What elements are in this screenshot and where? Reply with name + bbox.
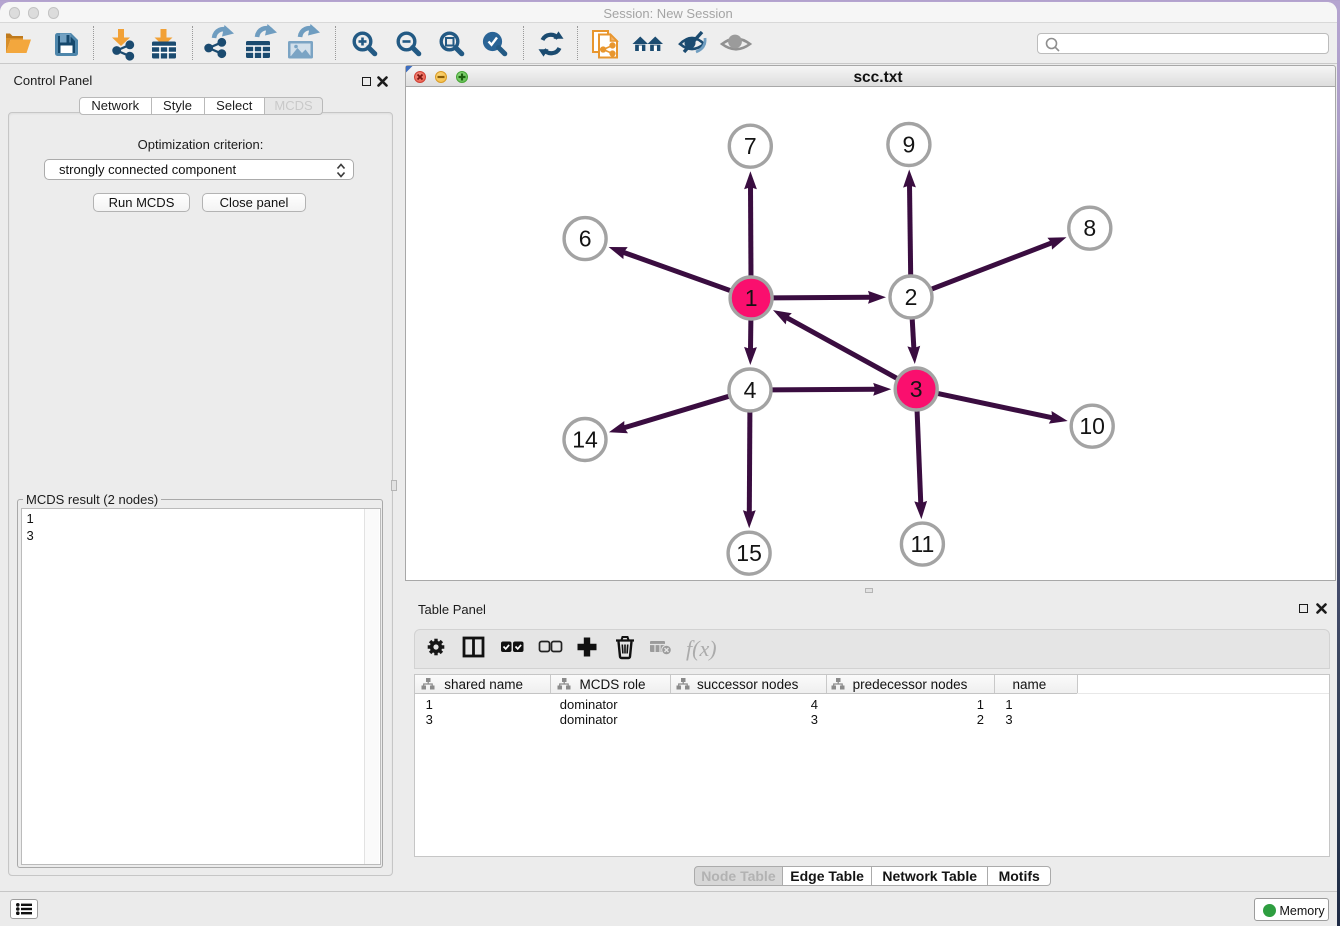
svg-text:2: 2 <box>904 284 917 310</box>
svg-text:14: 14 <box>572 427 598 453</box>
svg-text:8: 8 <box>1083 215 1096 241</box>
svg-text:15: 15 <box>736 540 762 566</box>
svg-text:9: 9 <box>902 132 915 158</box>
svg-text:1: 1 <box>744 285 757 311</box>
svg-text:4: 4 <box>743 377 756 403</box>
svg-text:3: 3 <box>909 376 922 402</box>
svg-text:f(x): f(x) <box>686 636 717 661</box>
svg-text:7: 7 <box>743 133 756 159</box>
svg-text:10: 10 <box>1079 413 1105 439</box>
svg-text:6: 6 <box>578 226 591 252</box>
svg-text:11: 11 <box>910 531 934 557</box>
